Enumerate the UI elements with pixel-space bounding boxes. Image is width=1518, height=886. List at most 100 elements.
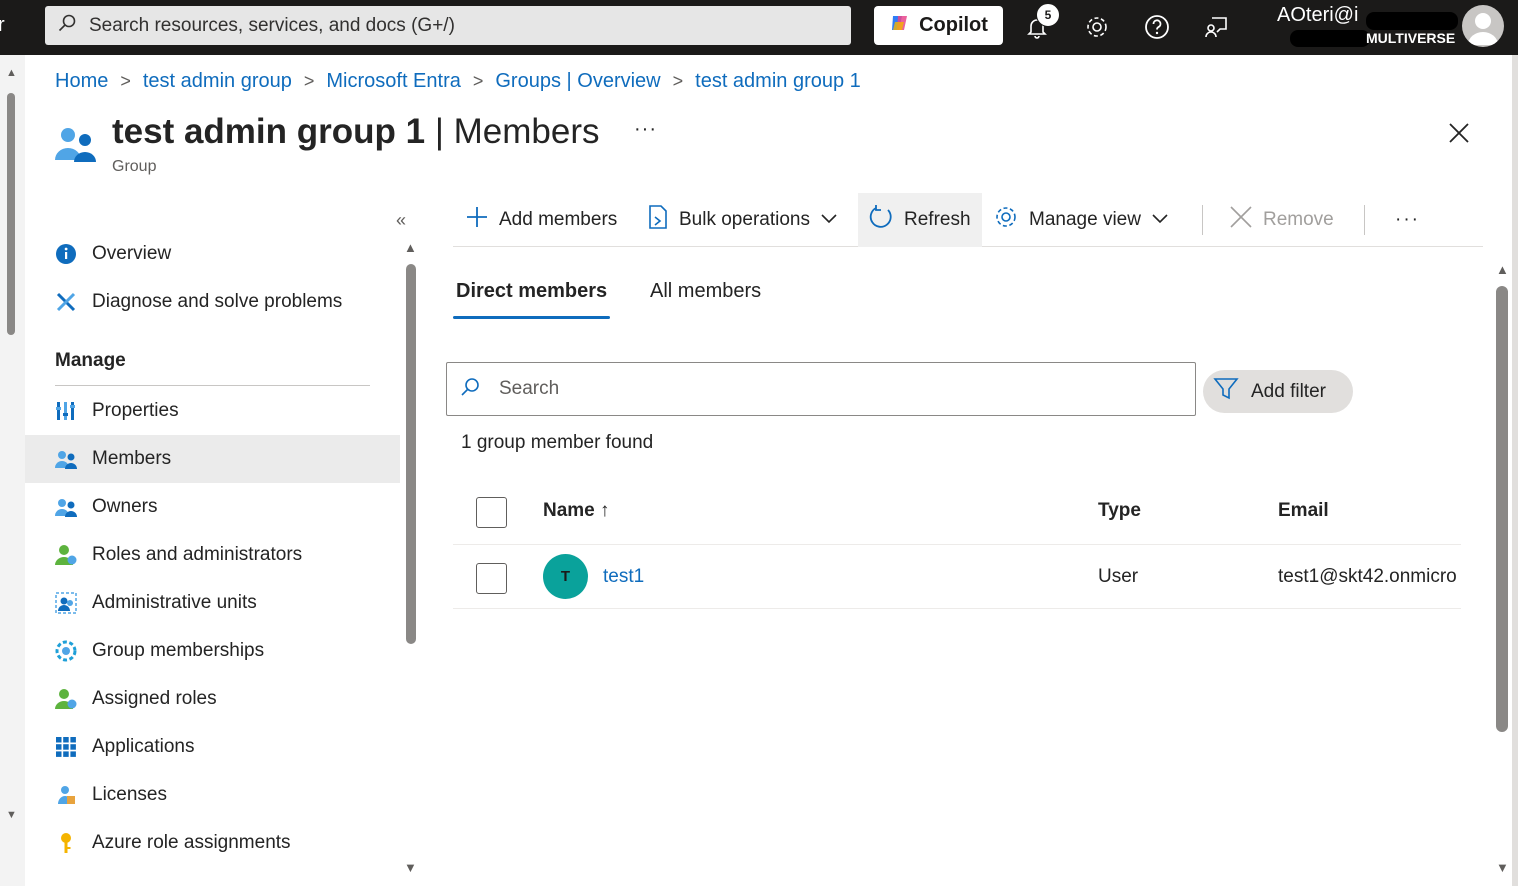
- chevron-right-icon: >: [472, 71, 484, 91]
- copilot-button[interactable]: Copilot: [874, 6, 1003, 45]
- top-bar: r Search resources, services, and docs (…: [0, 0, 1518, 55]
- page-title-section: | Members: [425, 112, 600, 151]
- more-options-button[interactable]: ···: [634, 118, 657, 141]
- scroll-up-icon[interactable]: ▲: [6, 67, 17, 79]
- add-filter-button[interactable]: Add filter: [1203, 370, 1353, 413]
- copilot-icon: [889, 12, 911, 40]
- scroll-up-icon[interactable]: ▲: [1496, 262, 1509, 277]
- collapse-nav-button[interactable]: «: [396, 210, 406, 231]
- member-email: test1@skt42.onmicro: [1278, 566, 1457, 587]
- manage-view-button[interactable]: Manage view: [983, 193, 1179, 247]
- breadcrumb-groups-overview[interactable]: Groups | Overview: [495, 70, 660, 93]
- remove-button[interactable]: Remove: [1219, 193, 1344, 247]
- nav-item-licenses[interactable]: Licenses: [25, 771, 400, 819]
- scroll-down-icon[interactable]: ▼: [1496, 860, 1509, 875]
- nav-item-properties[interactable]: Properties: [25, 387, 400, 435]
- breadcrumb-current-group[interactable]: test admin group 1: [695, 70, 861, 93]
- licenses-icon: [54, 783, 78, 807]
- tenant-name: MULTIVERSE: [1366, 30, 1456, 46]
- feedback-icon[interactable]: [1199, 9, 1235, 45]
- nav-item-label: Group memberships: [92, 640, 265, 661]
- members-icon: [54, 447, 78, 471]
- nav-item-assigned-roles[interactable]: Assigned roles: [25, 675, 400, 723]
- nav-item-members[interactable]: Members: [25, 435, 400, 483]
- nav-item-group-memberships[interactable]: Group memberships: [25, 627, 400, 675]
- nav-item-applications[interactable]: Applications: [25, 723, 400, 771]
- breadcrumb-microsoft-entra[interactable]: Microsoft Entra: [326, 70, 460, 93]
- row-checkbox[interactable]: [476, 563, 507, 594]
- active-tab-indicator: [453, 316, 610, 319]
- member-search-input[interactable]: [499, 378, 1159, 400]
- nav-item-label: Azure role assignments: [92, 832, 291, 853]
- nav-item-label: Assigned roles: [92, 688, 217, 709]
- search-icon: [57, 13, 77, 38]
- member-search-box[interactable]: [446, 362, 1196, 416]
- filter-icon: [1213, 376, 1239, 408]
- help-icon[interactable]: [1139, 9, 1175, 45]
- nav-item-overview[interactable]: Overview: [25, 230, 400, 278]
- group-icon: [55, 126, 99, 167]
- more-commands-button[interactable]: ···: [1385, 193, 1430, 247]
- nav-item-roles[interactable]: Roles and administrators: [25, 531, 400, 579]
- nav-item-diagnose[interactable]: Diagnose and solve problems: [25, 278, 400, 326]
- chevron-down-icon: [1151, 209, 1169, 231]
- scrollbar-thumb[interactable]: [1496, 286, 1508, 732]
- scroll-up-icon[interactable]: ▲: [404, 240, 417, 255]
- add-members-button[interactable]: Add members: [455, 193, 627, 247]
- chevron-right-icon: >: [672, 71, 684, 91]
- search-icon: [459, 376, 481, 403]
- breadcrumb: Home > test admin group > Microsoft Entr…: [55, 70, 861, 93]
- assigned-roles-icon: [54, 687, 78, 711]
- member-name-link[interactable]: test1: [603, 566, 644, 588]
- select-all-checkbox[interactable]: [476, 497, 507, 528]
- owners-icon: [54, 495, 78, 519]
- key-icon: [54, 831, 78, 855]
- avatar: T: [543, 554, 588, 599]
- toolbar-divider: [1364, 205, 1365, 235]
- nav-item-label: Administrative units: [92, 592, 257, 613]
- scrollbar-thumb[interactable]: [7, 93, 15, 335]
- window-edge: [1512, 55, 1518, 886]
- admin-units-icon: [54, 591, 78, 615]
- tab-all-members[interactable]: All members: [650, 280, 761, 303]
- redaction-bar: [1290, 30, 1370, 47]
- global-search-input[interactable]: Search resources, services, and docs (G+…: [45, 6, 851, 45]
- nav-scrollbar[interactable]: ▲ ▼: [402, 240, 420, 880]
- avatar[interactable]: [1462, 5, 1504, 47]
- nav-item-azure-role-assignments[interactable]: Azure role assignments: [25, 819, 400, 867]
- scrollbar-thumb[interactable]: [406, 264, 416, 644]
- wrench-icon: [54, 290, 78, 314]
- tab-direct-members[interactable]: Direct members: [456, 280, 607, 303]
- scroll-down-icon[interactable]: ▼: [6, 809, 17, 821]
- nav-section-manage: Manage: [55, 350, 126, 371]
- member-type: User: [1098, 566, 1139, 587]
- page-title: test admin group 1 | Members: [112, 112, 600, 152]
- nav-divider: [55, 385, 370, 386]
- user-name[interactable]: AOteri@i: [1277, 4, 1358, 27]
- edge-fragment-text: r: [0, 14, 5, 36]
- nav-item-label: Roles and administrators: [92, 544, 303, 565]
- content-scrollbar[interactable]: ▲ ▼: [1494, 262, 1512, 882]
- page-subtitle: Group: [112, 158, 157, 175]
- breadcrumb-test-admin-group[interactable]: test admin group: [143, 70, 292, 93]
- bulk-operations-button[interactable]: Bulk operations: [637, 193, 848, 247]
- close-icon[interactable]: [1446, 120, 1472, 146]
- add-members-label: Add members: [499, 209, 618, 230]
- global-search-placeholder: Search resources, services, and docs (G+…: [89, 14, 455, 36]
- applications-icon: [54, 735, 78, 759]
- column-header-name[interactable]: Name ↑: [543, 500, 610, 522]
- chevron-down-icon: [820, 209, 838, 231]
- nav-item-admin-units[interactable]: Administrative units: [25, 579, 400, 627]
- page-scrollbar[interactable]: ▲ ▼: [0, 55, 25, 886]
- column-header-type[interactable]: Type: [1098, 500, 1141, 522]
- nav-item-owners[interactable]: Owners: [25, 483, 400, 531]
- nav-item-label: Members: [92, 448, 172, 469]
- column-header-email[interactable]: Email: [1278, 500, 1329, 522]
- refresh-button[interactable]: Refresh: [858, 193, 982, 247]
- manage-view-label: Manage view: [1029, 209, 1141, 230]
- scroll-down-icon[interactable]: ▼: [404, 860, 417, 875]
- copilot-label: Copilot: [919, 14, 988, 36]
- gear-icon[interactable]: [1079, 9, 1115, 45]
- breadcrumb-home[interactable]: Home: [55, 70, 108, 93]
- nav-item-label: Diagnose and solve problems: [92, 291, 343, 312]
